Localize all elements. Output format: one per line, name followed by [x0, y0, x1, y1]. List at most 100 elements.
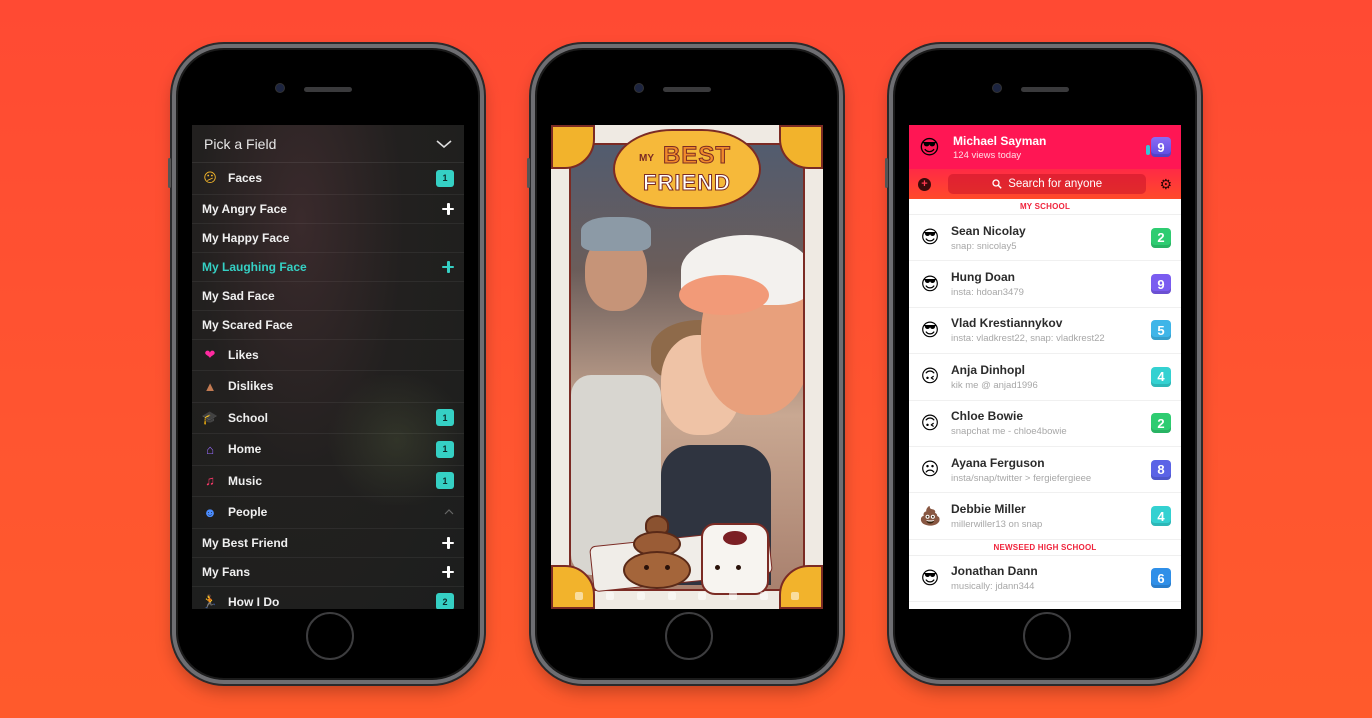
- person-row[interactable]: 😎 Jonathan Dann musically: jdann344 6: [909, 556, 1181, 603]
- field-row-my-happy-face[interactable]: My Happy Face: [192, 224, 464, 253]
- tray-icon[interactable]: [790, 592, 799, 600]
- person-name: Jonathan Dann: [951, 564, 1038, 579]
- field-label: My Fans: [202, 564, 251, 579]
- field-row-faces[interactable]: 😕 Faces 1: [192, 163, 464, 195]
- field-label: Home: [228, 442, 262, 457]
- person-handle: insta: hdoan3479: [951, 287, 1024, 299]
- person-count-badge: 4: [1151, 366, 1171, 387]
- chevron-up-icon[interactable]: [444, 509, 454, 515]
- person-handle: kik me @ anjad1996: [951, 379, 1038, 391]
- field-row-likes[interactable]: ❤ Likes: [192, 340, 464, 371]
- person-count-badge: 2: [1151, 413, 1171, 434]
- field-label: How I Do: [228, 594, 280, 609]
- poop-sticker: [623, 515, 691, 589]
- frame-corner: [779, 125, 823, 169]
- search-bar: + Search for anyone ⚙: [909, 169, 1181, 199]
- count-badge: 1: [436, 472, 454, 490]
- music-note-icon: ♫: [205, 473, 215, 489]
- home-button[interactable]: [665, 612, 713, 660]
- profile-name: Michael Sayman: [953, 133, 1047, 148]
- people-list-screen: 😎 Michael Sayman 124 views today 9 + Sea…: [909, 125, 1181, 609]
- person-count-badge: 5: [1151, 320, 1171, 341]
- plus-icon[interactable]: [442, 260, 454, 273]
- chevron-down-icon[interactable]: [436, 139, 452, 148]
- people-list: MY SCHOOL 😎 Sean Nicolay snap: snicolay5 2 😎 H…: [909, 199, 1181, 603]
- person-count-badge: 4: [1151, 506, 1171, 527]
- tray-icon[interactable]: [729, 592, 738, 600]
- section-header: NEWSEED HIGH SCHOOL: [909, 540, 1181, 556]
- section-header: MY SCHOOL: [909, 199, 1181, 215]
- field-row-my-scared-face[interactable]: My Scared Face: [192, 311, 464, 340]
- tray-icon[interactable]: [667, 592, 676, 600]
- person-emoji-icon: ☹: [920, 459, 940, 480]
- field-row-music[interactable]: ♫ Music 1: [192, 466, 464, 497]
- field-label: My Best Friend: [202, 535, 289, 550]
- field-row-dislikes[interactable]: ▲ Dislikes: [192, 371, 464, 403]
- plus-icon[interactable]: [442, 536, 454, 549]
- person-row[interactable]: 😎 Sean Nicolay snap: snicolay5 2: [909, 215, 1181, 262]
- person-row[interactable]: 😎 Vlad Krestiannykov insta: vladkrest22, s…: [909, 308, 1181, 355]
- bar-icon: [1146, 145, 1150, 155]
- person-name: Vlad Krestiannykov: [951, 316, 1063, 331]
- field-row-home[interactable]: ⌂ Home 1: [192, 434, 464, 466]
- person-count-badge: 8: [1151, 459, 1171, 480]
- person-emoji-icon: 😎: [920, 273, 940, 294]
- field-row-my-sad-face[interactable]: My Sad Face: [192, 282, 464, 311]
- gear-icon[interactable]: ⚙: [1159, 177, 1172, 191]
- front-camera: [276, 84, 284, 92]
- profile-count: 9: [1151, 137, 1171, 157]
- home-button[interactable]: [306, 612, 354, 660]
- person-row[interactable]: 🙃 Anja Dinhopl kik me @ anjad1996 4: [909, 354, 1181, 401]
- person-handle: snap: snicolay5: [951, 240, 1017, 252]
- tray-icon[interactable]: [605, 592, 614, 600]
- person-row[interactable]: 😎 Hung Doan insta: hdoan3479 9: [909, 261, 1181, 308]
- person-row[interactable]: 💩 Debbie Miller millerwiller13 on snap 4: [909, 493, 1181, 540]
- person-count-badge: 6: [1151, 568, 1171, 589]
- field-row-my-fans[interactable]: My Fans: [192, 558, 464, 587]
- person-name: Chloe Bowie: [951, 409, 1024, 424]
- field-row-people[interactable]: ☻ People: [192, 497, 464, 529]
- field-label: School: [228, 410, 269, 425]
- field-row-my-angry-face[interactable]: My Angry Face: [192, 195, 464, 224]
- field-row-school[interactable]: 🎓 School 1: [192, 403, 464, 434]
- search-placeholder: Search for anyone: [1008, 178, 1103, 190]
- people-icon: ☻: [203, 504, 217, 520]
- tray-icon[interactable]: [760, 592, 769, 600]
- person-handle: insta/snap/twitter > fergiefergieee: [951, 472, 1092, 484]
- person-emoji-icon: 💩: [919, 505, 942, 526]
- field-label: Faces: [228, 171, 263, 186]
- profile-views: 124 views today: [953, 149, 1022, 161]
- field-label: Music: [228, 473, 263, 488]
- plus-icon[interactable]: [442, 202, 454, 215]
- phone-right: 😎 Michael Sayman 124 views today 9 + Sea…: [885, 44, 1201, 684]
- profile-avatar: 😎: [919, 136, 940, 159]
- field-row-my-laughing-face[interactable]: My Laughing Face: [192, 253, 464, 282]
- pick-field-screen: Pick a Field 😕 Faces 1 My Angry Face My Happ…: [192, 125, 464, 609]
- tray-icon[interactable]: [636, 592, 645, 600]
- person-handle: snapchat me - chloe4bowie: [951, 426, 1067, 438]
- person-name: Sean Nicolay: [951, 223, 1026, 238]
- plus-icon[interactable]: [442, 565, 454, 578]
- tray-icon[interactable]: [575, 592, 583, 600]
- field-row-how-i-do[interactable]: 🏃 How I Do 2: [192, 587, 464, 609]
- category-tray[interactable]: [575, 589, 799, 603]
- field-row-my-best-friend[interactable]: My Best Friend: [192, 529, 464, 558]
- search-input[interactable]: Search for anyone: [948, 174, 1147, 194]
- profile-header[interactable]: 😎 Michael Sayman 124 views today 9: [909, 125, 1181, 169]
- add-icon[interactable]: +: [918, 177, 931, 191]
- home-icon: ⌂: [206, 441, 214, 457]
- field-label: Likes: [228, 347, 259, 362]
- pick-field-header: Pick a Field: [192, 125, 464, 163]
- person-emoji-icon: 😎: [920, 567, 940, 588]
- phone-middle: MY BEST FRIEND: [527, 44, 843, 684]
- earpiece-speaker: [304, 87, 352, 92]
- phone-left: Pick a Field 😕 Faces 1 My Angry Face My Happ…: [168, 44, 484, 684]
- graduation-cap-icon: 🎓: [201, 409, 219, 425]
- count-badge: 1: [436, 169, 454, 187]
- person-row[interactable]: 🙃 Chloe Bowie snapchat me - chloe4bowie 2: [909, 401, 1181, 447]
- person-row[interactable]: ☹ Ayana Ferguson insta/snap/twitter > ferg…: [909, 447, 1181, 494]
- home-button[interactable]: [1023, 612, 1071, 660]
- person-name: Ayana Ferguson: [951, 455, 1045, 470]
- front-camera: [635, 84, 643, 92]
- tray-icon[interactable]: [698, 592, 707, 600]
